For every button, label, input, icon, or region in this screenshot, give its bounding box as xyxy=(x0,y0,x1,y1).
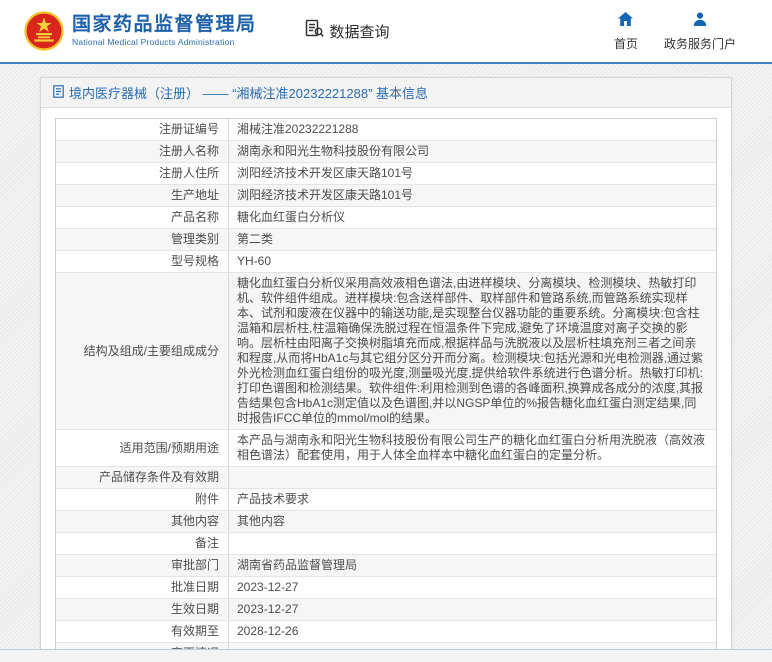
footer-divider xyxy=(0,649,772,662)
row-value: 糖化血红蛋白分析仪 xyxy=(229,207,716,228)
table-row: 注册人住所浏阳经济技术开发区康天路101号 xyxy=(56,162,716,184)
table-row: 注册证编号湘械注准20232221288 xyxy=(56,119,716,140)
row-value: 2023-12-27 xyxy=(229,577,716,598)
brand-block: 国家药品监督管理局 National Medical Products Admi… xyxy=(72,15,257,47)
table-row: 备注 xyxy=(56,532,716,554)
home-icon xyxy=(618,12,633,35)
page-title: 境内医疗器械（注册） —— “湘械注准20232221288” 基本信息 xyxy=(69,83,428,102)
doc-search-icon xyxy=(305,19,330,43)
nav-portal-label: 政务服务门户 xyxy=(664,35,736,52)
document-icon xyxy=(53,85,69,101)
row-value: 浏阳经济技术开发区康天路101号 xyxy=(229,163,716,184)
row-label: 产品名称 xyxy=(56,207,229,228)
row-label: 其他内容 xyxy=(56,511,229,532)
row-value xyxy=(229,467,716,488)
row-label: 生效日期 xyxy=(56,599,229,620)
row-label: 产品储存条件及有效期 xyxy=(56,467,229,488)
detail-card: 境内医疗器械（注册） —— “湘械注准20232221288” 基本信息 注册证… xyxy=(40,77,732,662)
table-row: 审批部门湖南省药品监督管理局 xyxy=(56,554,716,576)
agency-name: 国家药品监督管理局 xyxy=(72,15,257,36)
row-value: 产品技术要求 xyxy=(229,489,716,510)
national-emblem-icon[interactable] xyxy=(24,11,64,51)
site-header: 国家药品监督管理局 National Medical Products Admi… xyxy=(0,0,772,62)
row-label: 管理类别 xyxy=(56,229,229,250)
table-row: 产品储存条件及有效期 xyxy=(56,466,716,488)
table-row: 生产地址浏阳经济技术开发区康天路101号 xyxy=(56,184,716,206)
row-value: YH-60 xyxy=(229,251,716,272)
row-value: 其他内容 xyxy=(229,511,716,532)
table-row: 批准日期2023-12-27 xyxy=(56,576,716,598)
table-row: 生效日期2023-12-27 xyxy=(56,598,716,620)
page-title-bar: 境内医疗器械（注册） —— “湘械注准20232221288” 基本信息 xyxy=(41,78,731,108)
row-value: 湖南省药品监督管理局 xyxy=(229,555,716,576)
row-label: 注册证编号 xyxy=(56,119,229,140)
row-label: 备注 xyxy=(56,533,229,554)
row-label: 型号规格 xyxy=(56,251,229,272)
row-label: 适用范围/预期用途 xyxy=(56,430,229,466)
row-value: 糖化血红蛋白分析仪采用高效液相色谱法,由进样模块、分离模块、检测模块、热敏打印机… xyxy=(229,273,716,429)
row-value: 湖南永和阳光生物科技股份有限公司 xyxy=(229,141,716,162)
agency-name-en: National Medical Products Administration xyxy=(72,38,257,47)
row-label: 附件 xyxy=(56,489,229,510)
page-background: 境内医疗器械（注册） —— “湘械注准20232221288” 基本信息 注册证… xyxy=(0,64,772,662)
table-row: 产品名称糖化血红蛋白分析仪 xyxy=(56,206,716,228)
data-query-button[interactable]: 数据查询 xyxy=(305,19,390,43)
header-nav: 首页 政务服务门户 xyxy=(614,12,736,52)
row-label: 注册人住所 xyxy=(56,163,229,184)
row-value: 本产品与湖南永和阳光生物科技股份有限公司生产的糖化血红蛋白分析用洗脱液（高效液相… xyxy=(229,430,716,466)
row-label: 有效期至 xyxy=(56,621,229,642)
row-label: 批准日期 xyxy=(56,577,229,598)
row-value: 湘械注准20232221288 xyxy=(229,119,716,140)
table-row: 管理类别第二类 xyxy=(56,228,716,250)
row-value xyxy=(229,533,716,554)
row-value: 第二类 xyxy=(229,229,716,250)
row-label: 生产地址 xyxy=(56,185,229,206)
row-label: 注册人名称 xyxy=(56,141,229,162)
row-value: 浏阳经济技术开发区康天路101号 xyxy=(229,185,716,206)
table-row: 结构及组成/主要组成成分糖化血红蛋白分析仪采用高效液相色谱法,由进样模块、分离模… xyxy=(56,272,716,429)
table-row: 附件产品技术要求 xyxy=(56,488,716,510)
nav-home[interactable]: 首页 xyxy=(614,12,638,52)
row-value: 2028-12-26 xyxy=(229,621,716,642)
table-row: 适用范围/预期用途本产品与湖南永和阳光生物科技股份有限公司生产的糖化血红蛋白分析… xyxy=(56,429,716,466)
table-row: 注册人名称湖南永和阳光生物科技股份有限公司 xyxy=(56,140,716,162)
row-label: 结构及组成/主要组成成分 xyxy=(56,273,229,429)
table-row: 有效期至2028-12-26 xyxy=(56,620,716,642)
table-row: 其他内容其他内容 xyxy=(56,510,716,532)
row-value: 2023-12-27 xyxy=(229,599,716,620)
table-wrap: 注册证编号湘械注准20232221288注册人名称湖南永和阳光生物科技股份有限公… xyxy=(55,118,717,662)
row-label: 审批部门 xyxy=(56,555,229,576)
info-table: 注册证编号湘械注准20232221288注册人名称湖南永和阳光生物科技股份有限公… xyxy=(55,118,717,662)
user-icon xyxy=(693,12,707,35)
nav-portal[interactable]: 政务服务门户 xyxy=(664,12,736,52)
data-query-label: 数据查询 xyxy=(330,21,390,42)
table-row: 型号规格YH-60 xyxy=(56,250,716,272)
nav-home-label: 首页 xyxy=(614,35,638,52)
